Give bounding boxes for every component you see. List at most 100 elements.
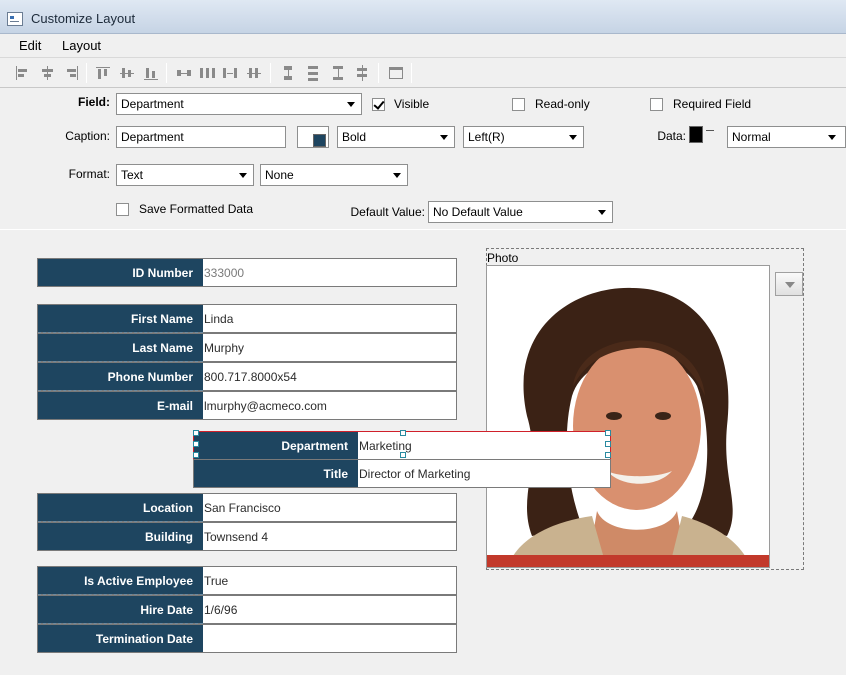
field-caption: Is Active Employee [38,567,203,594]
format-label: Format: [68,167,110,181]
space-equal-horizontal-icon[interactable] [199,65,215,81]
visible-checkbox[interactable] [372,98,385,111]
color-swatch-icon [313,134,326,147]
field-label: Field: [78,95,110,109]
photo-dropdown-button[interactable] [775,272,803,296]
field-caption: Termination Date [38,625,203,652]
field-id-number[interactable]: ID Number 333000 [37,258,457,287]
menu-layout[interactable]: Layout [60,38,103,53]
portrait-image [487,266,769,567]
photo-caption: Photo [487,251,519,265]
required-field-label: Required Field [673,97,752,111]
readonly-checkbox[interactable] [512,98,525,111]
space-increase-vertical-icon[interactable] [330,65,346,81]
field-select[interactable]: Department [116,93,362,115]
field-hire-date[interactable]: Hire Date 1/6/96 [37,595,457,624]
field-caption: Department [194,432,358,459]
field-value: True [204,574,229,588]
required-field-checkbox[interactable] [650,98,663,111]
chevron-down-icon [343,95,360,113]
save-formatted-label: Save Formatted Data [139,202,254,216]
field-select-value: Department [121,97,184,111]
resize-handle[interactable] [193,430,199,436]
resize-handle[interactable] [193,452,199,458]
space-increase-horizontal-icon[interactable] [222,65,238,81]
field-value: 800.717.8000x54 [204,370,297,384]
window-title: Customize Layout [31,11,136,26]
toolbar [0,58,846,88]
data-style-value: Normal [732,130,771,144]
app-icon [7,12,23,26]
chevron-down-icon [436,128,453,146]
menu-edit[interactable]: Edit [17,38,43,53]
field-termination-date[interactable]: Termination Date [37,624,457,653]
field-email[interactable]: E-mail lmurphy@acmeco.com [37,391,457,420]
align-left-icon[interactable] [15,65,31,81]
chevron-down-icon [389,166,406,184]
caption-style-select[interactable]: Bold [337,126,455,148]
resize-handle[interactable] [605,430,611,436]
caption-input[interactable]: Department [116,126,286,148]
format-value: Text [121,168,144,182]
field-value: 333000 [204,266,245,280]
resize-handle[interactable] [400,452,406,458]
field-is-active-employee[interactable]: Is Active Employee True [37,566,457,595]
caption-align-select[interactable]: Left(R) [463,126,584,148]
resize-handle[interactable] [400,430,406,436]
field-caption: Hire Date [38,596,203,623]
default-value-label: Default Value: [350,205,426,219]
field-caption: Phone Number [38,363,203,390]
field-value: San Francisco [204,501,281,515]
space-decrease-horizontal-icon[interactable] [246,65,262,81]
field-building[interactable]: Building Townsend 4 [37,522,457,551]
chevron-down-icon [824,128,841,146]
caption-label: Caption: [65,129,110,143]
field-caption: First Name [38,305,203,332]
space-equal-vertical-icon[interactable] [305,65,321,81]
space-vertical-icon[interactable] [280,65,296,81]
data-style-select[interactable]: Normal [727,126,846,148]
caption-color-button[interactable] [297,126,329,148]
format-sub-select[interactable]: None [260,164,408,186]
default-value-value: No Default Value [433,205,523,219]
align-center-icon[interactable] [40,65,56,81]
caption-style-value: Bold [342,130,367,144]
chevron-down-icon [594,203,611,221]
field-value: Townsend 4 [204,530,269,544]
space-horizontal-icon[interactable] [176,65,192,81]
employee-photo[interactable] [486,265,770,568]
tab-order-icon[interactable] [388,65,404,81]
field-value: 1/6/96 [204,603,238,617]
field-location[interactable]: Location San Francisco [37,493,457,522]
chevron-down-icon [565,128,582,146]
field-title[interactable]: Title Director of Marketing [193,459,611,488]
caption-align-value: Left(R) [468,130,505,144]
default-value-select[interactable]: No Default Value [428,201,613,223]
field-caption: Title [194,460,358,487]
menu-bar: Edit Layout [0,34,846,58]
field-caption: E-mail [38,392,203,419]
field-value: Linda [204,312,234,326]
align-top-icon[interactable] [95,65,111,81]
resize-handle[interactable] [605,452,611,458]
data-label: Data: [657,129,686,143]
readonly-label: Read-only [535,97,590,111]
align-bottom-icon[interactable] [143,65,159,81]
format-select[interactable]: Text [116,164,254,186]
field-first-name[interactable]: First Name Linda [37,304,457,333]
resize-handle[interactable] [605,441,611,447]
align-right-icon[interactable] [64,65,80,81]
field-caption: ID Number [38,259,203,286]
field-value: Marketing [359,439,412,453]
align-middle-icon[interactable] [119,65,135,81]
field-phone-number[interactable]: Phone Number 800.717.8000x54 [37,362,457,391]
field-value: lmurphy@acmeco.com [204,399,327,413]
field-value: Director of Marketing [359,467,471,481]
field-value: Murphy [204,341,245,355]
save-formatted-checkbox[interactable] [116,203,129,216]
field-caption: Building [38,523,203,550]
data-color-button[interactable] [688,124,722,148]
field-last-name[interactable]: Last Name Murphy [37,333,457,362]
space-decrease-vertical-icon[interactable] [354,65,370,81]
resize-handle[interactable] [193,441,199,447]
